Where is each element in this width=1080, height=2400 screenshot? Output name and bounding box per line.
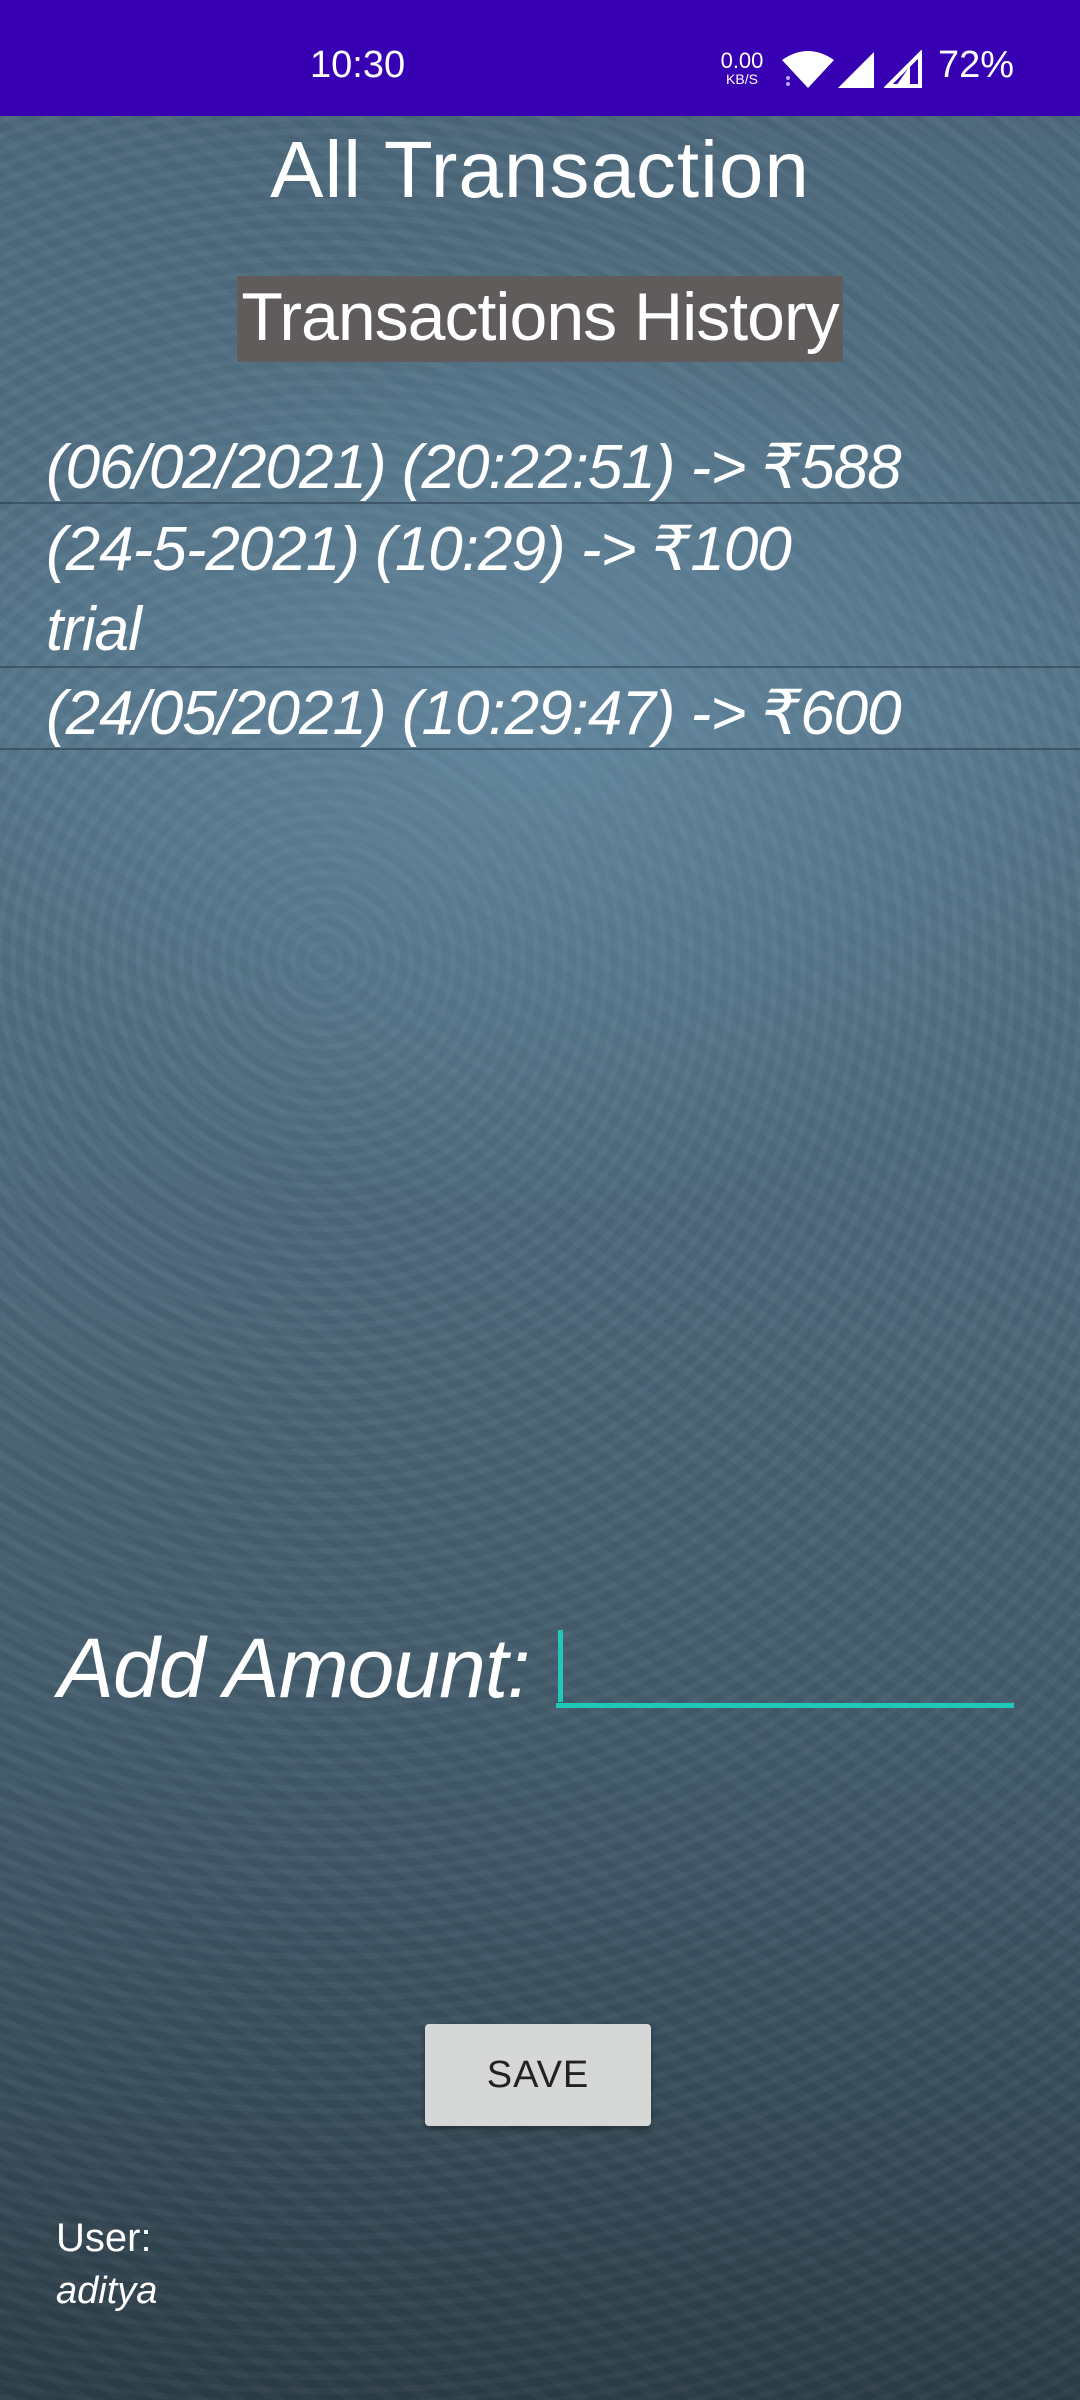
network-speed-value: 0.00 [720,48,764,73]
network-speed-unit: KB/S [726,71,758,87]
transaction-text: (24/05/2021) (10:29:47) -> ₹600 [46,679,902,748]
history-heading: Transactions History [237,276,843,362]
status-bar: 10:30 0.00 KB/S 72% [0,0,1080,116]
wifi-icon [782,51,834,88]
transaction-text: trial [46,595,142,664]
transaction-text: (24-5-2021) (10:29) -> ₹100 [46,515,792,584]
transaction-row[interactable]: (24-5-2021) (10:29) -> ₹100 [0,504,1080,586]
signal-icon-secondary [884,50,922,88]
status-time: 10:30 [310,44,406,86]
history-heading-wrap: Transactions History [0,276,1080,362]
transaction-row[interactable]: (24/05/2021) (10:29:47) -> ₹600 [0,668,1080,750]
amount-input[interactable] [556,1620,1014,1708]
battery-level: 72% [938,44,1015,86]
transaction-row[interactable]: (06/02/2021) (20:22:51) -> ₹588 [0,422,1080,504]
network-speed: 0.00 KB/S [716,48,768,87]
page-title: All Transaction [270,125,810,214]
save-button[interactable]: SAVE [425,2024,651,2126]
add-amount-label: Add Amount: [58,1621,531,1715]
transaction-list: (06/02/2021) (20:22:51) -> ₹588 (24-5-20… [0,422,1080,750]
user-name: aditya [56,2270,158,2312]
transaction-row[interactable]: trial [0,586,1080,668]
text-cursor [558,1630,563,1702]
user-label: User: [56,2216,152,2260]
signal-icon [838,52,874,88]
transaction-text: (06/02/2021) (20:22:51) -> ₹588 [46,433,902,502]
